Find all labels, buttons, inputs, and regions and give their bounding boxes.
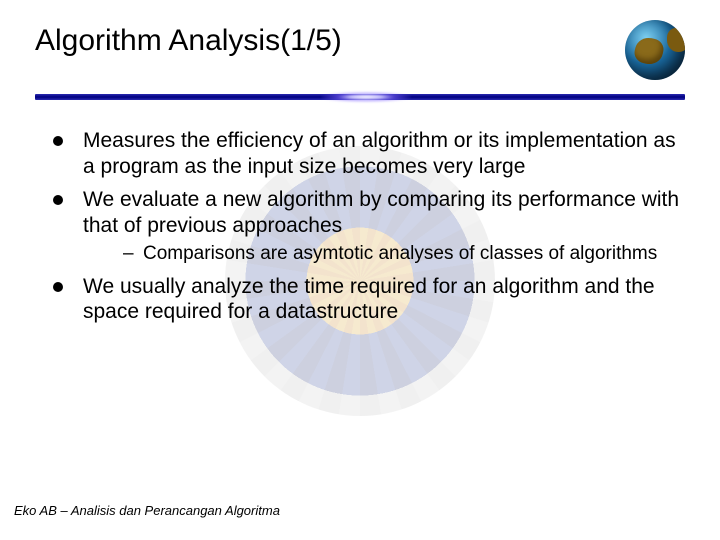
- sub-bullet-list: Comparisons are asymtotic analyses of cl…: [123, 242, 685, 265]
- slide-header: Algorithm Analysis(1/5): [35, 20, 685, 80]
- sub-bullet-text: Comparisons are asymtotic analyses of cl…: [143, 243, 657, 264]
- title-divider: [35, 94, 685, 104]
- globe-icon: [625, 20, 685, 80]
- bullet-text: We usually analyze the time required for…: [83, 275, 655, 324]
- slide-title: Algorithm Analysis(1/5): [35, 24, 342, 58]
- bullet-text: We evaluate a new algorithm by comparing…: [83, 188, 679, 237]
- list-item: Comparisons are asymtotic analyses of cl…: [123, 242, 685, 265]
- slide: Algorithm Analysis(1/5) Measures the eff…: [0, 0, 720, 540]
- list-item: We usually analyze the time required for…: [53, 274, 685, 325]
- lens-flare-icon: [321, 92, 411, 102]
- bullet-text: Measures the efficiency of an algorithm …: [83, 129, 676, 178]
- bullet-list: Measures the efficiency of an algorithm …: [53, 128, 685, 325]
- slide-body: Measures the efficiency of an algorithm …: [35, 128, 685, 325]
- slide-footer: Eko AB – Analisis dan Perancangan Algori…: [0, 503, 720, 518]
- list-item: Measures the efficiency of an algorithm …: [53, 128, 685, 179]
- list-item: We evaluate a new algorithm by comparing…: [53, 187, 685, 265]
